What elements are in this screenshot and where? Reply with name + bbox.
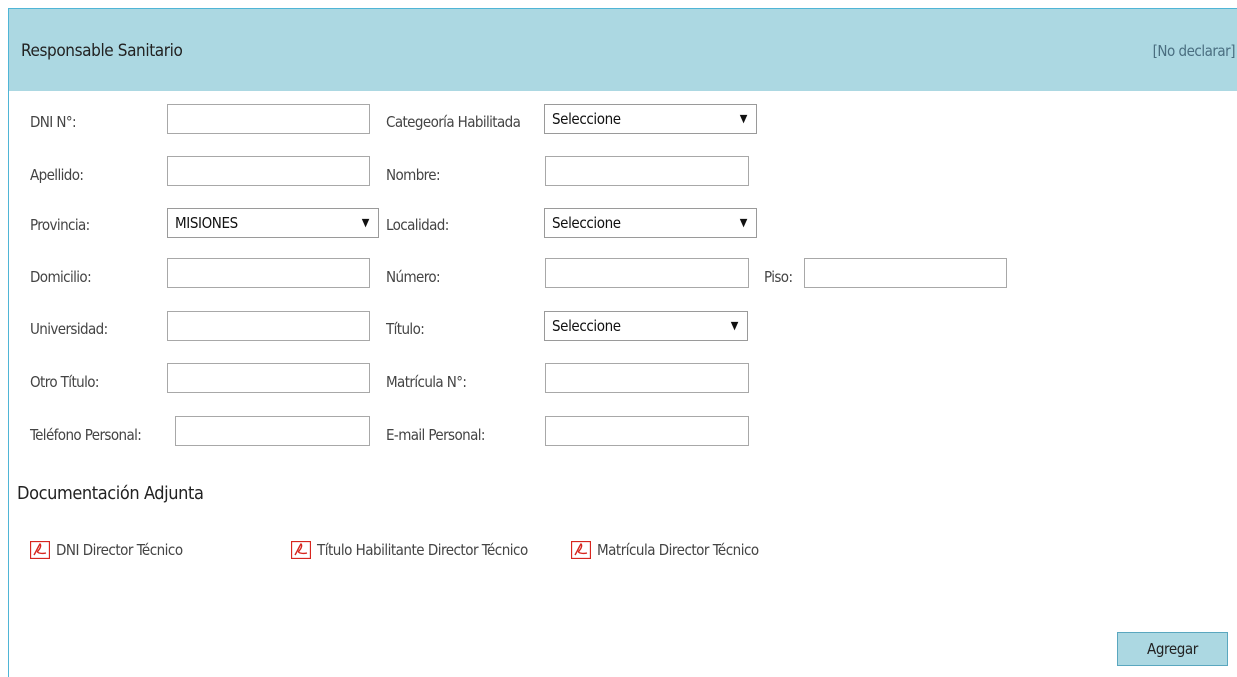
categoria-select[interactable]: Seleccione ▼ (544, 104, 757, 134)
nombre-input[interactable] (545, 156, 749, 186)
otro-titulo-label: Otro Título: (30, 373, 99, 391)
docs-section-title: Documentación Adjunta (17, 483, 204, 504)
matricula-input[interactable] (545, 363, 749, 393)
otro-titulo-input[interactable] (167, 363, 370, 393)
doc-link-label: DNI Director Técnico (56, 541, 183, 559)
nombre-label: Nombre: (386, 166, 441, 184)
titulo-select[interactable]: Seleccione ▼ (544, 311, 748, 341)
dni-label: DNI N°: (30, 113, 77, 131)
titulo-label: Título: (386, 320, 425, 338)
pdf-icon (30, 541, 50, 559)
piso-input[interactable] (804, 258, 1007, 288)
panel-header: Responsable Sanitario [No declarar] (9, 9, 1237, 91)
provincia-select[interactable]: MISIONES ▼ (167, 208, 379, 238)
agregar-button[interactable]: Agregar (1117, 632, 1228, 666)
telefono-input[interactable] (175, 416, 370, 446)
email-input[interactable] (545, 416, 749, 446)
doc-link-titulo[interactable]: Título Habilitante Director Técnico (291, 539, 528, 561)
pdf-icon (291, 541, 311, 559)
doc-link-label: Matrícula Director Técnico (597, 541, 759, 559)
titulo-selected-value: Seleccione (552, 317, 621, 335)
universidad-input[interactable] (167, 311, 370, 341)
chevron-down-icon: ▼ (361, 216, 370, 229)
provincia-selected-value: MISIONES (175, 214, 238, 232)
provincia-label: Provincia: (30, 216, 90, 234)
chevron-down-icon: ▼ (739, 216, 748, 229)
doc-link-matricula[interactable]: Matrícula Director Técnico (571, 539, 759, 561)
no-declarar-link[interactable]: [No declarar] (1153, 42, 1236, 60)
localidad-label: Localidad: (386, 216, 449, 234)
domicilio-input[interactable] (167, 258, 370, 288)
doc-link-dni[interactable]: DNI Director Técnico (30, 539, 183, 561)
telefono-label: Teléfono Personal: (30, 426, 142, 444)
localidad-select[interactable]: Seleccione ▼ (544, 208, 757, 238)
chevron-down-icon: ▼ (739, 112, 748, 125)
piso-label: Piso: (764, 268, 793, 286)
numero-label: Número: (386, 268, 441, 286)
localidad-selected-value: Seleccione (552, 214, 621, 232)
dni-input[interactable] (167, 104, 370, 134)
universidad-label: Universidad: (30, 320, 108, 338)
categoria-selected-value: Seleccione (552, 110, 621, 128)
pdf-icon (571, 541, 591, 559)
numero-input[interactable] (545, 258, 749, 288)
email-label: E-mail Personal: (386, 426, 485, 444)
doc-link-label: Título Habilitante Director Técnico (317, 541, 528, 559)
apellido-label: Apellido: (30, 166, 84, 184)
panel-title: Responsable Sanitario (21, 41, 183, 61)
domicilio-label: Domicilio: (30, 268, 92, 286)
chevron-down-icon: ▼ (730, 319, 739, 332)
apellido-input[interactable] (167, 156, 370, 186)
categoria-label: Categeoría Habilitada (386, 113, 521, 131)
matricula-label: Matrícula N°: (386, 373, 467, 391)
